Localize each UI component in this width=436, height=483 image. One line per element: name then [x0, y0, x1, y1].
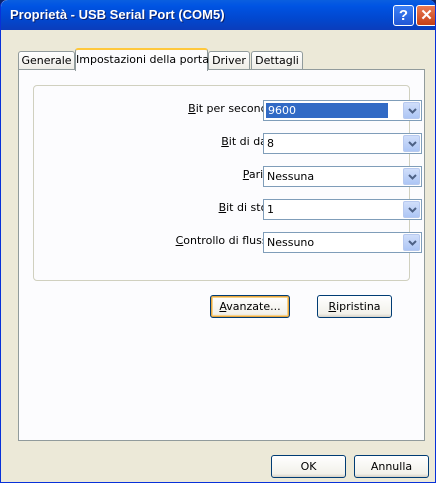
dropdown-button[interactable]	[403, 102, 420, 119]
tab-label: Driver	[212, 54, 246, 67]
dropdown-button[interactable]	[403, 135, 420, 152]
window-title: Proprietà - USB Serial Port (COM5)	[10, 7, 225, 22]
tab-dettagli[interactable]: Dettagli	[251, 51, 303, 70]
tab-impostazioni-porta[interactable]: Impostazioni della porta	[75, 48, 209, 71]
tab-label: Generale	[21, 54, 72, 67]
chevron-down-icon	[408, 240, 417, 246]
chevron-down-icon	[408, 174, 417, 180]
close-button[interactable]: ✕	[416, 5, 435, 26]
dropdown-button[interactable]	[403, 201, 420, 218]
advanced-button[interactable]: Avanzate...	[210, 295, 290, 318]
title-bar: Proprietà - USB Serial Port (COM5) ? ✕	[1, 0, 435, 30]
close-icon: ✕	[420, 7, 433, 24]
tab-generale[interactable]: Generale	[18, 51, 75, 70]
flow-control-select[interactable]: Nessuno	[263, 232, 422, 253]
flow-control-value: Nessuno	[267, 236, 315, 249]
help-button[interactable]: ?	[393, 5, 414, 26]
tab-label: Dettagli	[255, 54, 299, 67]
chevron-down-icon	[408, 141, 417, 147]
stop-bits-select[interactable]: 1	[263, 199, 422, 220]
baud-rate-select[interactable]: 9600	[263, 100, 422, 121]
properties-dialog: Proprietà - USB Serial Port (COM5) ? ✕ G…	[0, 0, 436, 483]
data-bits-select[interactable]: 8	[263, 133, 422, 154]
stop-bits-value: 1	[267, 203, 274, 216]
tab-label: Impostazioni della porta	[76, 53, 209, 66]
dropdown-button[interactable]	[403, 234, 420, 251]
chevron-down-icon	[408, 207, 417, 213]
port-settings-group: Bit per secondo: 9600 Bit di dati: 8 Par…	[33, 85, 422, 281]
data-bits-value: 8	[267, 137, 274, 150]
tab-panel: Bit per secondo: 9600 Bit di dati: 8 Par…	[18, 69, 425, 441]
cancel-button[interactable]: Annulla	[354, 455, 429, 478]
dropdown-button[interactable]	[403, 168, 420, 185]
ok-button[interactable]: OK	[271, 455, 346, 478]
parity-select[interactable]: Nessuna	[263, 166, 422, 187]
restore-defaults-button[interactable]: Ripristina	[317, 295, 392, 318]
parity-value: Nessuna	[267, 170, 315, 183]
baud-rate-value: 9600	[266, 103, 388, 118]
chevron-down-icon	[408, 108, 417, 114]
tab-driver[interactable]: Driver	[208, 51, 250, 70]
help-icon: ?	[398, 7, 409, 24]
